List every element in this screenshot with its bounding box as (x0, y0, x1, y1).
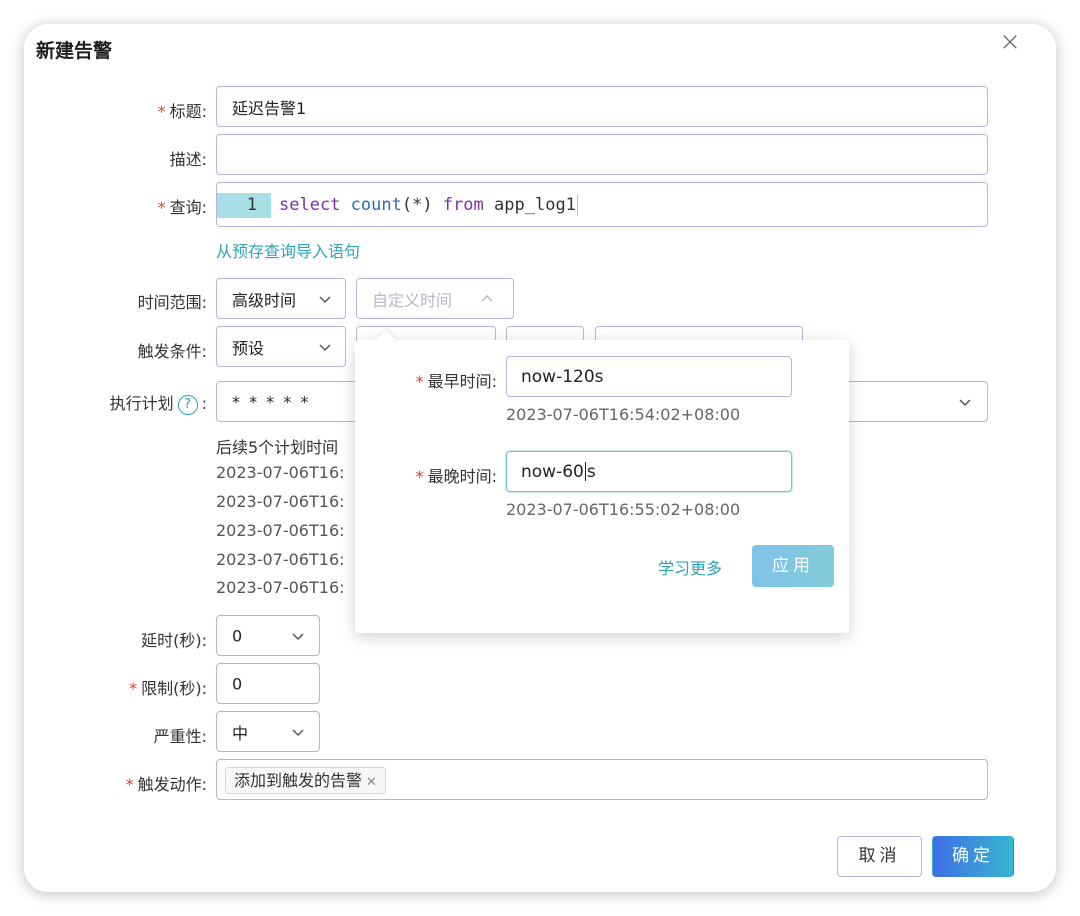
earliest-time-label: * 最早时间: (415, 372, 497, 391)
next-run-item: 2023-07-06T16: (216, 550, 345, 569)
earliest-time-input[interactable]: now-120s (506, 356, 792, 397)
chevron-down-icon (317, 339, 333, 355)
query-label: * 查询: (157, 198, 207, 217)
cancel-button[interactable]: 取消 (837, 836, 922, 877)
next-run-item: 2023-07-06T16: (216, 521, 345, 540)
query-code[interactable]: select count(*) from app_log1 (279, 193, 579, 218)
next-runs-title: 后续5个计划时间 (216, 438, 339, 457)
next-run-item: 2023-07-06T16: (216, 578, 345, 597)
chevron-down-icon (317, 291, 333, 307)
delay-label: 延时(秒): (141, 631, 207, 650)
dialog-title: 新建告警 (36, 40, 113, 62)
delay-select[interactable]: 0 (216, 615, 320, 656)
chevron-up-icon (479, 291, 495, 307)
trigger-select[interactable]: 预设 (216, 326, 346, 367)
action-label: * 触发动作: (125, 775, 207, 794)
time-range-label: 时间范围: (137, 293, 207, 312)
limit-input[interactable]: 0 (216, 663, 320, 704)
time-mode-select[interactable]: 高级时间 (216, 278, 346, 319)
help-icon[interactable]: ? (177, 394, 198, 415)
severity-select[interactable]: 中 (216, 711, 320, 752)
trigger-label: 触发条件: (137, 342, 207, 361)
line-number: 1 (217, 193, 271, 218)
next-run-item: 2023-07-06T16: (216, 463, 345, 482)
latest-time-resolved: 2023-07-06T16:55:02+08:00 (506, 500, 741, 519)
custom-time-select[interactable]: 自定义时间 (356, 278, 514, 319)
chevron-down-icon (957, 394, 973, 410)
chevron-down-icon (290, 628, 306, 644)
schedule-label: 执行计划?: (109, 394, 207, 415)
title-label: * 标题: (157, 102, 207, 121)
chevron-down-icon (290, 724, 306, 740)
remove-tag-icon[interactable]: ✕ (366, 775, 377, 790)
title-input[interactable]: 延迟告警1 (216, 86, 988, 127)
query-editor[interactable]: 1 select count(*) from app_log1 (216, 182, 988, 227)
text-caret (584, 462, 586, 481)
description-label: 描述: (169, 150, 207, 169)
learn-more-link[interactable]: 学习更多 (658, 555, 722, 579)
action-select[interactable]: 添加到触发的告警 ✕ (216, 759, 988, 800)
limit-label: * 限制(秒): (129, 679, 207, 698)
earliest-time-resolved: 2023-07-06T16:54:02+08:00 (506, 405, 741, 424)
apply-button[interactable]: 应用 (752, 545, 834, 587)
close-icon[interactable]: × (996, 28, 1024, 56)
new-alert-dialog: 新建告警 × * 标题: 延迟告警1 描述: * 查询: 1 select coun… (24, 24, 1056, 892)
custom-time-popover: * 最早时间: now-120s 2023-07-06T16:54:02+08:0… (355, 330, 849, 633)
latest-time-input[interactable]: now-60 s (506, 451, 792, 492)
confirm-button[interactable]: 确定 (932, 836, 1014, 877)
next-run-item: 2023-07-06T16: (216, 492, 345, 511)
latest-time-label: * 最晚时间: (415, 467, 497, 486)
import-saved-query-link[interactable]: 从预存查询导入语句 (216, 238, 360, 262)
action-tag: 添加到触发的告警 ✕ (225, 767, 386, 794)
severity-label: 严重性: (153, 727, 207, 746)
description-input[interactable] (216, 134, 988, 175)
